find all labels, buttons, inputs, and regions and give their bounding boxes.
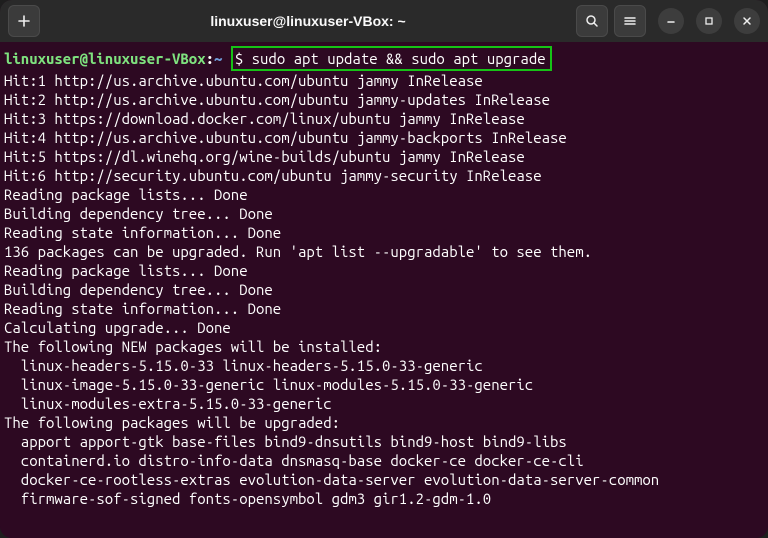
minimize-button[interactable] <box>658 8 684 34</box>
output-line: docker-ce-rootless-extras evolution-data… <box>4 470 762 489</box>
titlebar: linuxuser@linuxuser-VBox: ~ <box>0 0 768 42</box>
output-line: Hit:2 http://us.archive.ubuntu.com/ubunt… <box>4 90 762 109</box>
prompt-cwd: ~ <box>214 50 222 67</box>
output-line: 136 packages can be upgraded. Run 'apt l… <box>4 242 762 261</box>
output-line: Reading package lists... Done <box>4 261 762 280</box>
close-button[interactable] <box>734 8 760 34</box>
output-line: Building dependency tree... Done <box>4 204 762 223</box>
terminal-output: Hit:1 http://us.archive.ubuntu.com/ubunt… <box>4 71 762 508</box>
output-line: Calculating upgrade... Done <box>4 318 762 337</box>
output-line: firmware-sof-signed fonts-opensymbol gdm… <box>4 489 762 508</box>
output-line: The following packages will be upgraded: <box>4 413 762 432</box>
window-title: linuxuser@linuxuser-VBox: ~ <box>180 13 436 29</box>
output-line: The following NEW packages will be insta… <box>4 337 762 356</box>
output-line: linux-image-5.15.0-33-generic linux-modu… <box>4 375 762 394</box>
terminal-window: linuxuser@linuxuser-VBox: ~ linuxuser@li… <box>0 0 768 538</box>
output-line: Reading state information... Done <box>4 223 762 242</box>
prompt-user-host: linuxuser@linuxuser-VBox <box>4 50 206 67</box>
output-line: Hit:6 http://security.ubuntu.com/ubuntu … <box>4 166 762 185</box>
output-line: Reading package lists... Done <box>4 185 762 204</box>
terminal-body[interactable]: linuxuser@linuxuser-VBox:~ $ sudo apt up… <box>0 42 768 538</box>
menu-button[interactable] <box>614 5 646 37</box>
maximize-button[interactable] <box>696 8 722 34</box>
output-line: Building dependency tree... Done <box>4 280 762 299</box>
output-line: Hit:5 https://dl.winehq.org/wine-builds/… <box>4 147 762 166</box>
output-line: Hit:4 http://us.archive.ubuntu.com/ubunt… <box>4 128 762 147</box>
search-button[interactable] <box>576 5 608 37</box>
command-highlight: $ sudo apt update && sudo apt upgrade <box>231 46 552 71</box>
output-line: Hit:3 https://download.docker.com/linux/… <box>4 109 762 128</box>
output-line: Hit:1 http://us.archive.ubuntu.com/ubunt… <box>4 71 762 90</box>
output-line: apport apport-gtk base-files bind9-dnsut… <box>4 432 762 451</box>
output-line: linux-modules-extra-5.15.0-33-generic <box>4 394 762 413</box>
new-tab-button[interactable] <box>8 5 40 37</box>
output-line: Reading state information... Done <box>4 299 762 318</box>
prompt-sep: : <box>206 50 214 67</box>
output-line: containerd.io distro-info-data dnsmasq-b… <box>4 451 762 470</box>
output-line: linux-headers-5.15.0-33 linux-headers-5.… <box>4 356 762 375</box>
